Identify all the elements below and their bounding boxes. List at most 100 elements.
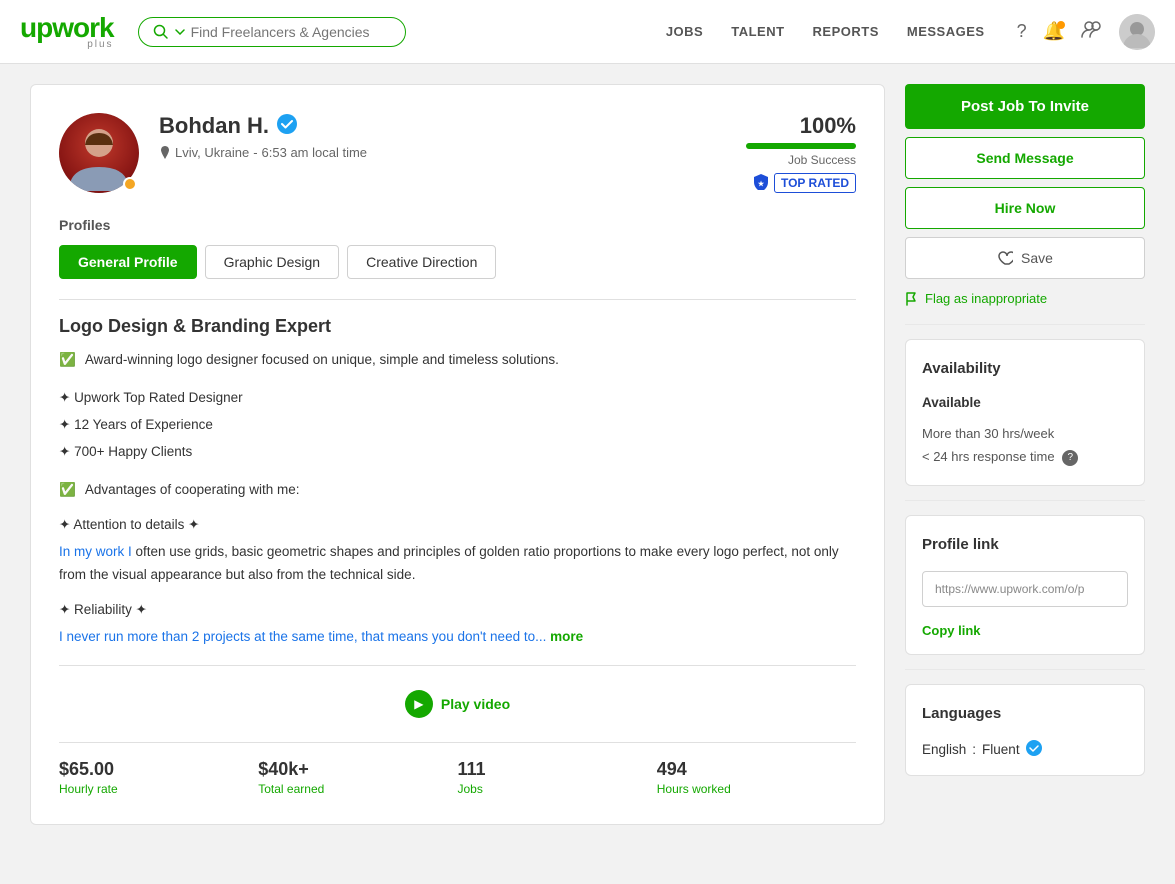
profile-info: Bohdan H. Lviv, Ukraine - 6:53 am loc	[159, 113, 726, 160]
notifications-button[interactable]: 🔔	[1043, 21, 1065, 42]
bio-bullet-1: Upwork Top Rated Designer	[59, 384, 856, 411]
avatar-wrap	[59, 113, 139, 193]
job-success-fill	[746, 143, 856, 149]
stat-value-earned: $40k+	[258, 759, 441, 780]
stat-hourly-rate: $65.00 Hourly rate	[59, 759, 258, 796]
freelancer-name: Bohdan H.	[159, 113, 269, 139]
user-avatar[interactable]	[1119, 14, 1155, 50]
send-message-button[interactable]: Send Message	[905, 137, 1145, 179]
play-video-label: Play video	[441, 696, 510, 712]
languages-section: Languages English : Fluent	[905, 684, 1145, 776]
sidebar-divider-1	[905, 324, 1145, 325]
tab-graphic-design[interactable]: Graphic Design	[205, 245, 340, 279]
profile-link-title: Profile link	[922, 536, 1128, 553]
tab-creative-direction[interactable]: Creative Direction	[347, 245, 496, 279]
response-time-help-icon[interactable]: ?	[1062, 450, 1078, 466]
reliability-link[interactable]: I never run more than 2 projects at the …	[59, 629, 546, 644]
stat-hours: 494 Hours worked	[657, 759, 856, 796]
location-separator: -	[253, 145, 257, 160]
advantages-section: ✅ Advantages of cooperating with me:	[59, 479, 856, 502]
tab-general-profile[interactable]: General Profile	[59, 245, 197, 279]
flag-link[interactable]: Flag as inappropriate	[905, 287, 1145, 310]
top-rated-badge: ★ TOP RATED	[746, 173, 856, 193]
bio-bullet-2: 12 Years of Experience	[59, 411, 856, 438]
online-status-dot	[123, 177, 137, 191]
attention-link[interactable]: In my work I	[59, 544, 132, 559]
language-level: Fluent	[982, 742, 1020, 757]
copy-link-button[interactable]: Copy link	[922, 623, 1128, 638]
stat-label-earned: Total earned	[258, 782, 441, 796]
play-video-button[interactable]: ▶ Play video	[59, 682, 856, 726]
heart-icon	[997, 250, 1013, 266]
profile-tabs: General Profile Graphic Design Creative …	[59, 245, 856, 279]
nav-messages[interactable]: MESSAGES	[907, 24, 985, 39]
bio-title: Logo Design & Branding Expert	[59, 316, 856, 337]
section-divider-2	[59, 665, 856, 666]
header: upwork plus JOBS TALENT REPORTS MESSAGES…	[0, 0, 1175, 64]
nav-reports[interactable]: REPORTS	[813, 24, 879, 39]
nav-jobs[interactable]: JOBS	[666, 24, 703, 39]
profile-link-box: https://www.upwork.com/o/p	[922, 571, 1128, 607]
check-icon-1: ✅	[59, 352, 76, 367]
stat-value-hours: 494	[657, 759, 840, 780]
main-card: Bohdan H. Lviv, Ukraine - 6:53 am loc	[30, 84, 885, 825]
availability-response: < 24 hrs response time ?	[922, 445, 1128, 468]
section-divider-3	[59, 742, 856, 743]
hire-now-button[interactable]: Hire Now	[905, 187, 1145, 229]
language-verified-icon	[1026, 740, 1042, 759]
help-button[interactable]: ?	[1017, 21, 1027, 42]
job-success-label: Job Success	[746, 153, 856, 167]
logo[interactable]: upwork plus	[20, 14, 114, 50]
search-input[interactable]	[191, 24, 391, 40]
notification-dot	[1057, 21, 1065, 29]
svg-text:★: ★	[758, 180, 765, 188]
local-time: 6:53 am local time	[262, 145, 368, 160]
post-job-button[interactable]: Post Job To Invite	[905, 84, 1145, 129]
profiles-section: Profiles General Profile Graphic Design …	[59, 217, 856, 279]
bio-bullet-3: 700+ Happy Clients	[59, 438, 856, 465]
attention-text: often use grids, basic geometric shapes …	[59, 544, 839, 582]
nav-talent[interactable]: TALENT	[731, 24, 784, 39]
languages-title: Languages	[922, 705, 1128, 722]
stat-total-earned: $40k+ Total earned	[258, 759, 457, 796]
sidebar-divider-2	[905, 500, 1145, 501]
availability-hours: More than 30 hrs/week < 24 hrs response …	[922, 422, 1128, 469]
profile-header: Bohdan H. Lviv, Ukraine - 6:53 am loc	[59, 113, 856, 193]
team-button[interactable]	[1081, 18, 1103, 45]
page: Bohdan H. Lviv, Ukraine - 6:53 am loc	[0, 64, 1175, 845]
bio-bullets: Upwork Top Rated Designer 12 Years of Ex…	[59, 384, 856, 465]
job-success-percent: 100%	[746, 113, 856, 139]
stat-label-hours: Hours worked	[657, 782, 840, 796]
location-text: Lviv, Ukraine	[175, 145, 249, 160]
profile-name: Bohdan H.	[159, 113, 726, 139]
reliability-section: ✦ Reliability ✦ I never run more than 2 …	[59, 599, 856, 649]
profile-location: Lviv, Ukraine - 6:53 am local time	[159, 145, 726, 160]
logo-text: upwork	[20, 14, 114, 42]
stat-value-jobs: 111	[458, 759, 641, 780]
bio-intro: ✅ Award-winning logo designer focused on…	[59, 349, 856, 372]
search-bar[interactable]	[138, 17, 406, 47]
more-link[interactable]: more	[550, 629, 583, 644]
top-rated-shield-icon: ★	[754, 174, 768, 193]
stat-jobs: 111 Jobs	[458, 759, 657, 796]
top-rated-text: TOP RATED	[774, 173, 856, 193]
job-success-bar	[746, 143, 856, 149]
profile-stats: 100% Job Success ★ TOP RATED	[746, 113, 856, 193]
check-icon-2: ✅	[59, 482, 76, 497]
profile-link-section: Profile link https://www.upwork.com/o/p …	[905, 515, 1145, 655]
stat-value-rate: $65.00	[59, 759, 242, 780]
sidebar-divider-3	[905, 669, 1145, 670]
sidebar: Post Job To Invite Send Message Hire Now…	[905, 84, 1145, 825]
action-buttons: Post Job To Invite Send Message Hire Now…	[905, 84, 1145, 310]
save-button[interactable]: Save	[905, 237, 1145, 279]
stat-label-jobs: Jobs	[458, 782, 641, 796]
stat-label-rate: Hourly rate	[59, 782, 242, 796]
availability-section: Availability Available More than 30 hrs/…	[905, 339, 1145, 486]
search-icon	[153, 24, 185, 40]
nav-links: JOBS TALENT REPORTS MESSAGES	[666, 24, 985, 39]
availability-title: Availability	[922, 360, 1128, 377]
section-divider-1	[59, 299, 856, 300]
play-icon: ▶	[405, 690, 433, 718]
header-icons: ? 🔔	[1017, 14, 1155, 50]
logo-plus: plus	[87, 40, 113, 50]
